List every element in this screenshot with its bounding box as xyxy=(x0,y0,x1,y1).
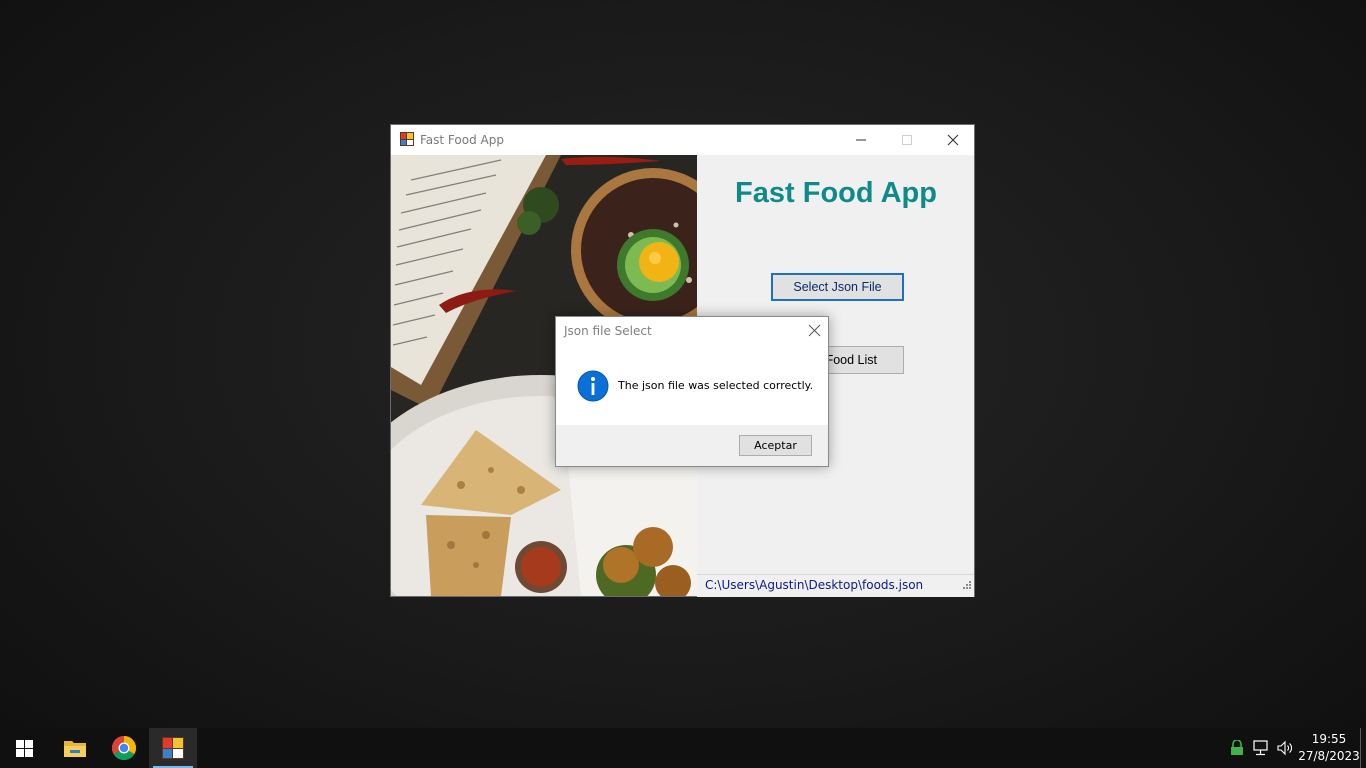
status-bar: C:\Users\Agustin\Desktop\foods.json xyxy=(697,574,974,597)
app-icon xyxy=(400,132,414,146)
clock-date: 27/8/2023 xyxy=(1298,749,1360,763)
start-icon xyxy=(16,740,33,757)
resize-grip-icon[interactable] xyxy=(962,577,972,595)
dialog-footer: Aceptar xyxy=(556,425,828,466)
taskbar-chrome[interactable] xyxy=(100,728,148,768)
start-button[interactable] xyxy=(0,728,48,768)
minimize-button[interactable] xyxy=(838,125,884,155)
message-dialog: Json file Select The json file was selec… xyxy=(555,316,829,467)
fast-food-app-icon xyxy=(162,737,184,759)
taskbar: 19:55 27/8/2023 xyxy=(0,728,1366,768)
close-button[interactable] xyxy=(930,125,976,155)
network-icon[interactable] xyxy=(1253,740,1270,761)
taskbar-file-explorer[interactable] xyxy=(51,728,99,768)
dialog-title: Json file Select xyxy=(564,324,652,338)
select-json-file-button[interactable]: Select Json File xyxy=(771,273,904,301)
volume-icon[interactable] xyxy=(1277,740,1293,761)
dialog-message: The json file was selected correctly. xyxy=(618,379,814,392)
chrome-icon xyxy=(112,736,136,760)
selected-file-path: C:\Users\Agustin\Desktop\foods.json xyxy=(705,578,924,592)
system-clock[interactable]: 19:55 27/8/2023 xyxy=(1296,731,1362,765)
security-icon[interactable] xyxy=(1230,739,1244,761)
info-icon xyxy=(577,370,609,402)
taskbar-fast-food-app[interactable] xyxy=(149,728,197,768)
app-header: Fast Food App xyxy=(735,177,937,209)
file-explorer-icon xyxy=(64,741,86,757)
window-title: Fast Food App xyxy=(420,133,504,147)
dialog-close-button[interactable] xyxy=(801,317,829,345)
ok-button[interactable]: Aceptar xyxy=(739,435,812,456)
maximize-button[interactable] xyxy=(884,125,930,155)
show-desktop-button[interactable] xyxy=(1360,728,1361,768)
clock-time: 19:55 xyxy=(1311,732,1347,746)
title-bar[interactable]: Fast Food App xyxy=(391,125,974,155)
